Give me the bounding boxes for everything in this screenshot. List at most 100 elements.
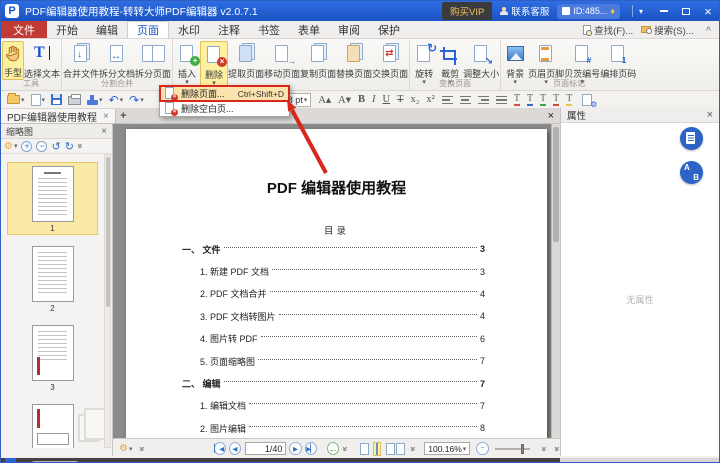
close-button[interactable]: × <box>697 3 719 19</box>
save-button[interactable] <box>51 94 63 105</box>
delete-page-button[interactable]: × 删除 ▾ <box>200 41 229 88</box>
menu-item-delete-pages[interactable]: × 删除页面... Ctrl+Shift+D <box>159 85 290 102</box>
last-page-button[interactable]: ▶ ▏ <box>304 442 317 455</box>
search-button[interactable]: 搜索(S)... <box>641 23 694 37</box>
strikethrough-button[interactable]: T <box>397 94 403 105</box>
text-color-button-4[interactable]: T <box>553 93 560 106</box>
swap-pages-button[interactable]: ⇄ 交换页面 <box>372 41 408 80</box>
redo-button[interactable]: ↷ ▾ <box>129 93 144 107</box>
single-page-view-button[interactable] <box>360 442 370 455</box>
thumbnail-options-button[interactable]: ⚙ <box>4 141 13 152</box>
menu-tab-comment[interactable]: 注释 <box>209 21 249 38</box>
undo-button[interactable]: ↶ ▾ <box>109 93 124 107</box>
menu-tab-file[interactable]: 文件 <box>1 21 47 38</box>
contact-support-button[interactable]: 联系客服 <box>500 4 549 18</box>
move-pages-button[interactable]: → 移动页面 <box>264 41 300 80</box>
viewer-scrollbar[interactable] <box>551 124 560 438</box>
more-options-icon[interactable]: » <box>341 446 351 451</box>
more-options-icon[interactable]: » <box>409 446 419 451</box>
increase-font-button[interactable]: A▴ <box>318 94 331 106</box>
superscript-button[interactable]: x² <box>426 94 434 105</box>
insert-page-button[interactable]: + 插入 ▾ <box>174 41 201 86</box>
document-properties-button[interactable]: ⚙ <box>582 93 597 109</box>
extract-pages-button[interactable]: 提取页面 <box>228 41 264 80</box>
page-thumbnail-2[interactable]: 2 <box>7 243 98 314</box>
align-justify-button[interactable] <box>495 95 507 104</box>
close-panel-icon[interactable]: × <box>707 109 713 121</box>
close-document-button[interactable]: × <box>548 109 554 123</box>
user-id-badge[interactable]: ID:485... ♦ <box>557 3 620 19</box>
document-tab[interactable]: PDF编辑器使用教程 × <box>1 109 116 124</box>
close-panel-icon[interactable]: × <box>101 126 107 137</box>
previous-page-button[interactable]: ◀ <box>228 442 242 455</box>
close-tab-icon[interactable]: × <box>103 111 109 122</box>
open-file-button[interactable]: ▾ <box>7 93 25 104</box>
previous-view-button[interactable]: ← <box>326 442 340 455</box>
more-options-icon[interactable]: » <box>75 143 85 148</box>
hand-tool-button[interactable]: 手型 <box>2 41 24 80</box>
titlebar-dropdown-icon[interactable]: ▾ <box>639 7 643 16</box>
next-page-button[interactable]: ▶ <box>289 442 302 455</box>
minimize-button[interactable] <box>653 3 675 19</box>
text-color-button-2[interactable]: T <box>526 93 534 106</box>
copy-pages-button[interactable]: 复制页面 <box>300 41 336 80</box>
rotate-right-button[interactable]: ↻ <box>65 140 74 153</box>
align-center-button[interactable] <box>459 95 471 104</box>
find-button[interactable]: 查找(F)... <box>583 23 633 37</box>
bold-button[interactable]: B <box>358 94 365 105</box>
zoom-out-thumbnails-button[interactable]: − <box>36 140 48 152</box>
align-right-button[interactable] <box>477 95 489 104</box>
maximize-button[interactable] <box>675 3 697 19</box>
ab-translate-button[interactable]: A B <box>680 161 703 184</box>
subscript-button[interactable]: x₂ <box>411 94 420 105</box>
pdf-page[interactable]: PDF 编辑器使用教程 目录 一、 文件 3 1. 新建 PDF 文档 3 2.… <box>126 129 547 438</box>
menu-tab-bookmark[interactable]: 书签 <box>249 21 289 38</box>
new-tab-button[interactable]: + <box>116 109 131 123</box>
menu-tab-home[interactable]: 开始 <box>47 21 87 38</box>
decrease-font-button[interactable]: A▾ <box>338 94 351 106</box>
zoom-in-thumbnails-button[interactable]: + <box>21 140 33 152</box>
fit-page-view-button[interactable] <box>373 441 382 456</box>
scrollbar-thumb[interactable] <box>553 127 559 242</box>
page-number-input[interactable]: 1/40 <box>245 442 287 455</box>
word-translate-button[interactable] <box>680 127 703 150</box>
resize-button[interactable]: ↘ 调整大小 <box>463 41 499 80</box>
split-pages-button[interactable]: 拆分页面 <box>135 41 171 80</box>
collapse-ribbon-icon[interactable]: ^ <box>706 25 711 35</box>
first-page-button[interactable]: ▏ ◀ <box>213 442 226 455</box>
zoom-slider-handle[interactable] <box>520 443 524 454</box>
zoom-slider[interactable] <box>494 443 531 454</box>
two-page-view-button[interactable] <box>385 442 406 455</box>
page-thumbnail-3[interactable]: 3 <box>7 322 98 393</box>
rotate-left-button[interactable]: ↺ <box>51 140 60 153</box>
page-thumbnail-1[interactable]: 1 <box>7 162 98 235</box>
select-text-button[interactable]: T 选择文本 <box>24 41 60 80</box>
view-options-button[interactable]: ⚙ <box>119 443 128 454</box>
text-color-button-1[interactable]: T <box>513 93 521 106</box>
page-numbers-button[interactable]: 1 编排页码 <box>600 41 636 80</box>
menu-tab-edit[interactable]: 编辑 <box>87 21 127 38</box>
buy-vip-button[interactable]: 购买VIP <box>442 2 493 20</box>
print-button[interactable] <box>68 94 82 105</box>
underline-button[interactable]: U <box>382 94 390 105</box>
document-viewer[interactable]: PDF 编辑器使用教程 目录 一、 文件 3 1. 新建 PDF 文档 3 2.… <box>113 124 560 438</box>
align-left-button[interactable] <box>441 95 453 104</box>
more-options-icon[interactable]: » <box>540 446 550 451</box>
zoom-out-button[interactable]: − <box>476 442 489 455</box>
more-options-icon[interactable]: » <box>138 446 148 451</box>
menu-tab-watermark[interactable]: 水印 <box>169 21 209 38</box>
menu-tab-protect[interactable]: 保护 <box>369 21 409 38</box>
menu-item-delete-blank-pages[interactable]: × 删除空白页... <box>160 101 289 116</box>
scrollbar-thumb[interactable] <box>105 157 110 307</box>
replace-pages-button[interactable]: 替换页面 <box>336 41 372 80</box>
merge-files-button[interactable]: ↓ 合并文件 <box>63 41 99 80</box>
stamp-button[interactable]: ▾ <box>87 94 103 105</box>
text-color-button-3[interactable]: T <box>540 93 547 106</box>
italic-button[interactable]: I <box>372 94 376 105</box>
menu-tab-page[interactable]: 页面 <box>127 21 169 38</box>
menu-tab-form[interactable]: 表单 <box>289 21 329 38</box>
text-color-button-5[interactable]: T <box>566 93 573 106</box>
zoom-level-select[interactable]: 100.16% ▾ <box>424 442 471 455</box>
menu-tab-review[interactable]: 审阅 <box>329 21 369 38</box>
thumbnail-scrollbar[interactable] <box>104 154 111 448</box>
